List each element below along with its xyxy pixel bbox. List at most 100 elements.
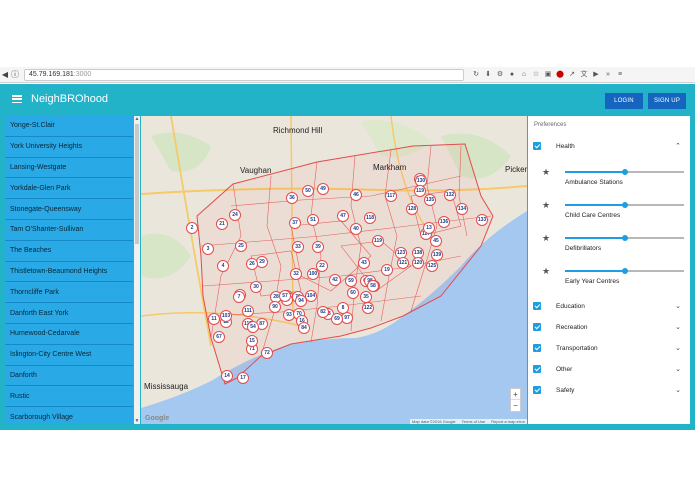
sidebar-item[interactable]: Tam O'Shanter-Sullivan: [5, 219, 133, 241]
map-marker[interactable]: 2: [186, 222, 198, 234]
hamburger-menu-icon[interactable]: [12, 95, 22, 103]
sidebar-item[interactable]: Rustic: [5, 386, 133, 408]
map-marker[interactable]: 120: [412, 257, 424, 269]
url-bar[interactable]: 45.79.169.181 :3000: [24, 68, 464, 81]
map-marker[interactable]: 30: [250, 281, 262, 293]
map-marker[interactable]: 8: [337, 302, 349, 314]
map-marker[interactable]: 42: [329, 274, 341, 286]
map-marker[interactable]: 57: [279, 290, 291, 302]
category-health[interactable]: Health ⌃: [533, 139, 685, 153]
recreation-checkbox[interactable]: [533, 323, 541, 331]
adblock-icon[interactable]: ⬤: [556, 71, 564, 79]
map-marker[interactable]: 45: [430, 235, 442, 247]
sidebar-item[interactable]: York University Heights: [5, 136, 133, 158]
map-marker[interactable]: 136: [438, 216, 450, 228]
map-marker[interactable]: 121: [397, 257, 409, 269]
map-marker[interactable]: 128: [406, 203, 418, 215]
category-education[interactable]: Education ⌄: [533, 299, 685, 313]
category-safety[interactable]: Safety ⌄: [533, 383, 685, 397]
star-icon[interactable]: ★: [542, 233, 550, 244]
map-marker[interactable]: 133: [476, 214, 488, 226]
chevron-down-icon[interactable]: ⌄: [675, 386, 681, 394]
report-error-link[interactable]: Report a map error: [491, 419, 525, 424]
map-marker[interactable]: 50: [302, 185, 314, 197]
sidebar-scrollbar[interactable]: ▲ ▼: [134, 116, 140, 424]
translate-icon[interactable]: 文: [580, 71, 588, 79]
other-checkbox[interactable]: [533, 365, 541, 373]
slider-knob[interactable]: [621, 168, 628, 175]
early-years-slider[interactable]: [565, 267, 684, 274]
youtube-icon[interactable]: ▶: [592, 71, 600, 79]
map-marker[interactable]: 132: [444, 189, 456, 201]
health-checkbox[interactable]: [533, 142, 541, 150]
childcare-slider[interactable]: [565, 201, 684, 208]
settings-icon[interactable]: ⚙: [496, 71, 504, 79]
scroll-down-icon[interactable]: ▼: [134, 418, 140, 424]
sidebar-item[interactable]: Scarborough Village: [5, 407, 133, 424]
map-marker[interactable]: 4: [217, 260, 229, 272]
map-marker[interactable]: 59: [345, 275, 357, 287]
map-marker[interactable]: 51: [307, 214, 319, 226]
transportation-checkbox[interactable]: [533, 344, 541, 352]
slider-knob[interactable]: [621, 201, 628, 208]
sidebar-item[interactable]: Yorkdale-Glen Park: [5, 178, 133, 200]
home-icon[interactable]: ⌂: [520, 71, 528, 79]
sidebar-item[interactable]: Thistletown-Beaumond Heights: [5, 261, 133, 283]
map-marker[interactable]: 3: [202, 243, 214, 255]
map-marker[interactable]: 103: [220, 310, 232, 322]
sidebar-item[interactable]: Danforth East York: [5, 303, 133, 324]
map-marker[interactable]: 117: [385, 190, 397, 202]
bookmark-star-icon[interactable]: ☆: [532, 71, 540, 79]
map-marker[interactable]: 94: [295, 295, 307, 307]
category-recreation[interactable]: Recreation ⌄: [533, 320, 685, 334]
map-marker[interactable]: 25: [235, 240, 247, 252]
ambulance-slider[interactable]: [565, 168, 684, 175]
sidebar-item[interactable]: Lansing-Westgate: [5, 157, 133, 179]
map-marker[interactable]: 69: [331, 313, 343, 325]
map-marker[interactable]: 11: [208, 313, 220, 325]
safety-checkbox[interactable]: [533, 386, 541, 394]
map-marker[interactable]: 122: [362, 302, 374, 314]
info-icon[interactable]: ⓘ: [10, 69, 20, 80]
chevron-up-icon[interactable]: ⌃: [675, 142, 681, 150]
map-marker[interactable]: 118: [364, 212, 376, 224]
scroll-up-icon[interactable]: ▲: [134, 116, 140, 122]
map-marker[interactable]: 125: [426, 260, 438, 272]
download-icon[interactable]: ⬇: [484, 71, 492, 79]
education-checkbox[interactable]: [533, 302, 541, 310]
slider-knob[interactable]: [621, 234, 628, 241]
extension-icon[interactable]: ●: [508, 71, 516, 79]
map-marker[interactable]: 47: [337, 210, 349, 222]
map-marker[interactable]: 46: [350, 189, 362, 201]
map-marker[interactable]: 67: [213, 331, 225, 343]
map-marker[interactable]: 36: [286, 192, 298, 204]
map-marker[interactable]: 82: [317, 306, 329, 318]
map-marker[interactable]: 100: [307, 268, 319, 280]
browser-menu-icon[interactable]: ≡: [616, 71, 624, 79]
map-marker[interactable]: 13: [423, 222, 435, 234]
sidebar-item[interactable]: Thorncliffe Park: [5, 282, 133, 304]
chevron-down-icon[interactable]: ⌄: [675, 323, 681, 331]
chevron-down-icon[interactable]: ⌄: [675, 365, 681, 373]
sidebar-item[interactable]: Humewood-Cedarvale: [5, 323, 133, 345]
map-marker[interactable]: 84: [298, 322, 310, 334]
map-marker[interactable]: 90: [269, 301, 281, 313]
sidebar-item[interactable]: Stonegate-Queensway: [5, 199, 133, 220]
map-marker[interactable]: 33: [292, 241, 304, 253]
map[interactable]: Richmond Hill Vaughan Markham Pickeri Mi…: [141, 116, 527, 424]
map-marker[interactable]: 135: [424, 194, 436, 206]
star-icon[interactable]: ★: [542, 266, 550, 277]
map-marker[interactable]: 21: [216, 218, 228, 230]
map-marker[interactable]: 32: [290, 268, 302, 280]
map-marker[interactable]: 7: [233, 291, 245, 303]
map-marker[interactable]: 54: [247, 321, 259, 333]
map-marker[interactable]: 40: [350, 223, 362, 235]
map-marker[interactable]: 49: [317, 183, 329, 195]
category-other[interactable]: Other ⌄: [533, 362, 685, 376]
scrollbar-thumb[interactable]: [135, 124, 139, 244]
map-marker[interactable]: 19: [381, 264, 393, 276]
map-marker[interactable]: 37: [289, 217, 301, 229]
sidebar-item[interactable]: Danforth: [5, 365, 133, 387]
sidebar-item[interactable]: The Beaches: [5, 240, 133, 262]
map-marker[interactable]: 60: [347, 287, 359, 299]
